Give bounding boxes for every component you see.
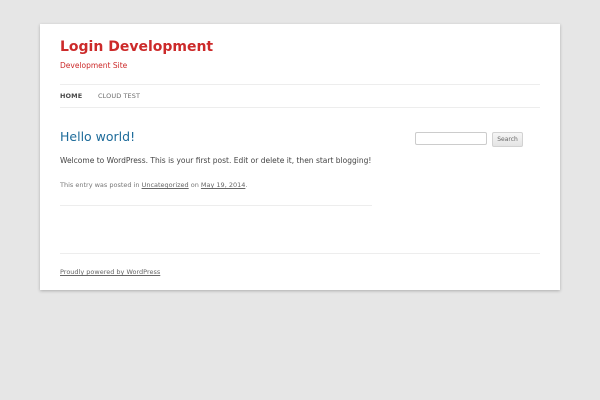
post-content: Welcome to WordPress. This is your first… xyxy=(60,156,372,165)
post-date-link[interactable]: May 19, 2014 xyxy=(201,181,245,189)
site-description: Development Site xyxy=(60,61,128,70)
nav-item-home[interactable]: HOME xyxy=(60,92,82,100)
post-title[interactable]: Hello world! xyxy=(60,129,135,144)
main-navigation: HOME CLOUD TEST xyxy=(60,84,540,108)
post-meta-middle: on xyxy=(188,181,201,189)
footer-divider xyxy=(60,253,540,254)
post-meta: This entry was posted in Uncategorized o… xyxy=(60,181,247,189)
nav-item-cloud-test[interactable]: CLOUD TEST xyxy=(98,92,140,100)
footer-credit-link[interactable]: Proudly powered by WordPress xyxy=(60,268,160,276)
search-button[interactable]: Search xyxy=(492,132,523,147)
page-container: Login Development Development Site HOME … xyxy=(40,24,560,290)
post-divider xyxy=(60,205,372,206)
post-meta-suffix: . xyxy=(245,181,248,189)
category-link[interactable]: Uncategorized xyxy=(142,181,189,189)
site-title[interactable]: Login Development xyxy=(60,39,213,55)
search-input[interactable] xyxy=(415,132,487,145)
post-meta-prefix: This entry was posted in xyxy=(60,181,142,189)
